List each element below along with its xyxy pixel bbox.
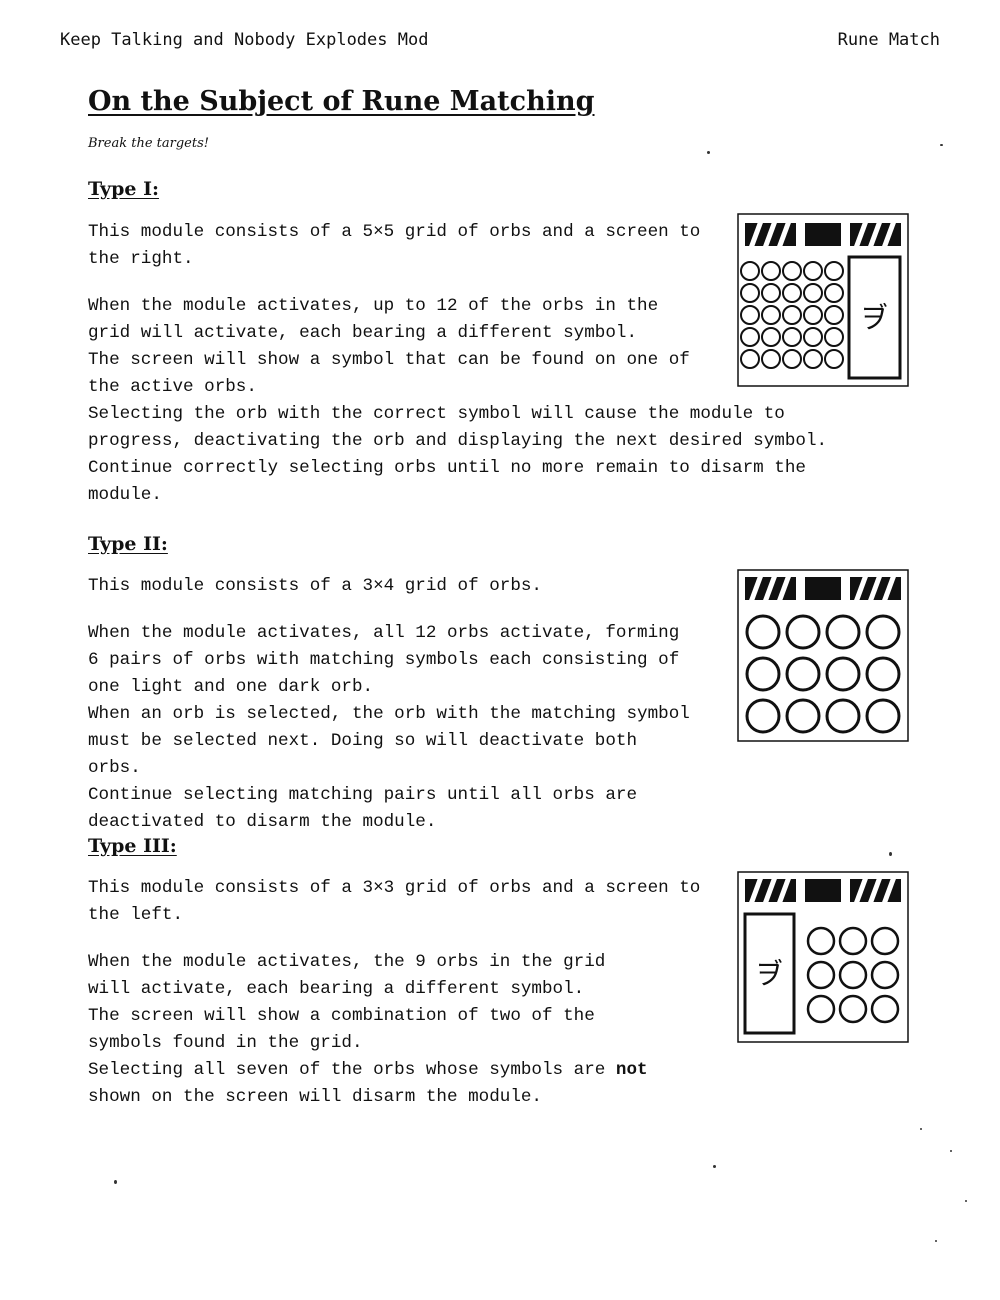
paper-speck [940, 144, 943, 146]
flavor-text: Break the targets! [88, 136, 209, 151]
paper-speck [889, 852, 892, 856]
type2-intro-text: This module consists of a 3×4 grid of or… [88, 576, 542, 596]
type2-heading: Type II: [88, 533, 168, 555]
type3-intro-text: This module consists of a 3×3 grid of or… [88, 878, 701, 925]
type1-paragraph-4: Continue correctly selecting orbs until … [88, 458, 806, 505]
type1-paragraph-2: The screen will show a symbol that can b… [88, 350, 690, 397]
status-light [805, 223, 841, 246]
paper-speck [965, 1200, 967, 1202]
header-module-name: Rune Match [837, 30, 940, 50]
page-title: On the Subject of Rune Matching [88, 86, 595, 117]
emphasis-not: not [615, 1060, 648, 1080]
type3-diagram: ヺ [737, 871, 909, 1043]
type3-p3-end: shown on the screen will disarm the modu… [88, 1087, 542, 1107]
paper-speck [920, 1128, 922, 1130]
type1-intro-text: This module consists of a 5×5 grid of or… [88, 222, 701, 269]
type2-body: When the module activates, all 12 orbs a… [88, 620, 698, 836]
paper-speck [114, 1180, 117, 1184]
type3-intro: This module consists of a 3×3 grid of or… [88, 875, 728, 929]
type1-paragraph-3: Selecting the orb with the correct symbo… [88, 404, 828, 451]
type1-heading: Type I: [88, 178, 159, 200]
type3-heading: Type III: [88, 835, 177, 857]
type2-paragraph-3: Continue selecting matching pairs until … [88, 785, 638, 832]
type3-paragraph-1: When the module activates, the 9 orbs in… [88, 952, 606, 999]
paper-speck [713, 1165, 716, 1168]
type1-paragraph-1: When the module activates, up to 12 of t… [88, 296, 659, 343]
type3-body: When the module activates, the 9 orbs in… [88, 949, 698, 1111]
type1-intro: This module consists of a 5×5 grid of or… [88, 219, 728, 273]
screen-symbol: ヺ [755, 957, 783, 990]
type2-paragraph-1: When the module activates, all 12 orbs a… [88, 623, 680, 697]
type3-p3-start: Selecting all seven of the orbs whose sy… [88, 1060, 616, 1080]
paper-speck [935, 1240, 937, 1242]
type2-paragraph-2: When an orb is selected, the orb with th… [88, 704, 690, 778]
type2-intro: This module consists of a 3×4 grid of or… [88, 573, 728, 600]
type1-diagram: ヺ [737, 213, 909, 387]
paper-speck [950, 1150, 952, 1152]
screen-symbol: ヺ [860, 301, 888, 334]
header-mod-label: Keep Talking and Nobody Explodes Mod [60, 30, 429, 50]
type2-diagram [737, 569, 909, 742]
status-light [805, 577, 841, 600]
paper-speck [707, 151, 710, 154]
type3-paragraph-3: Selecting all seven of the orbs whose sy… [88, 1057, 698, 1111]
type3-paragraph-2: The screen will show a combination of tw… [88, 1006, 595, 1053]
status-light [805, 879, 841, 902]
